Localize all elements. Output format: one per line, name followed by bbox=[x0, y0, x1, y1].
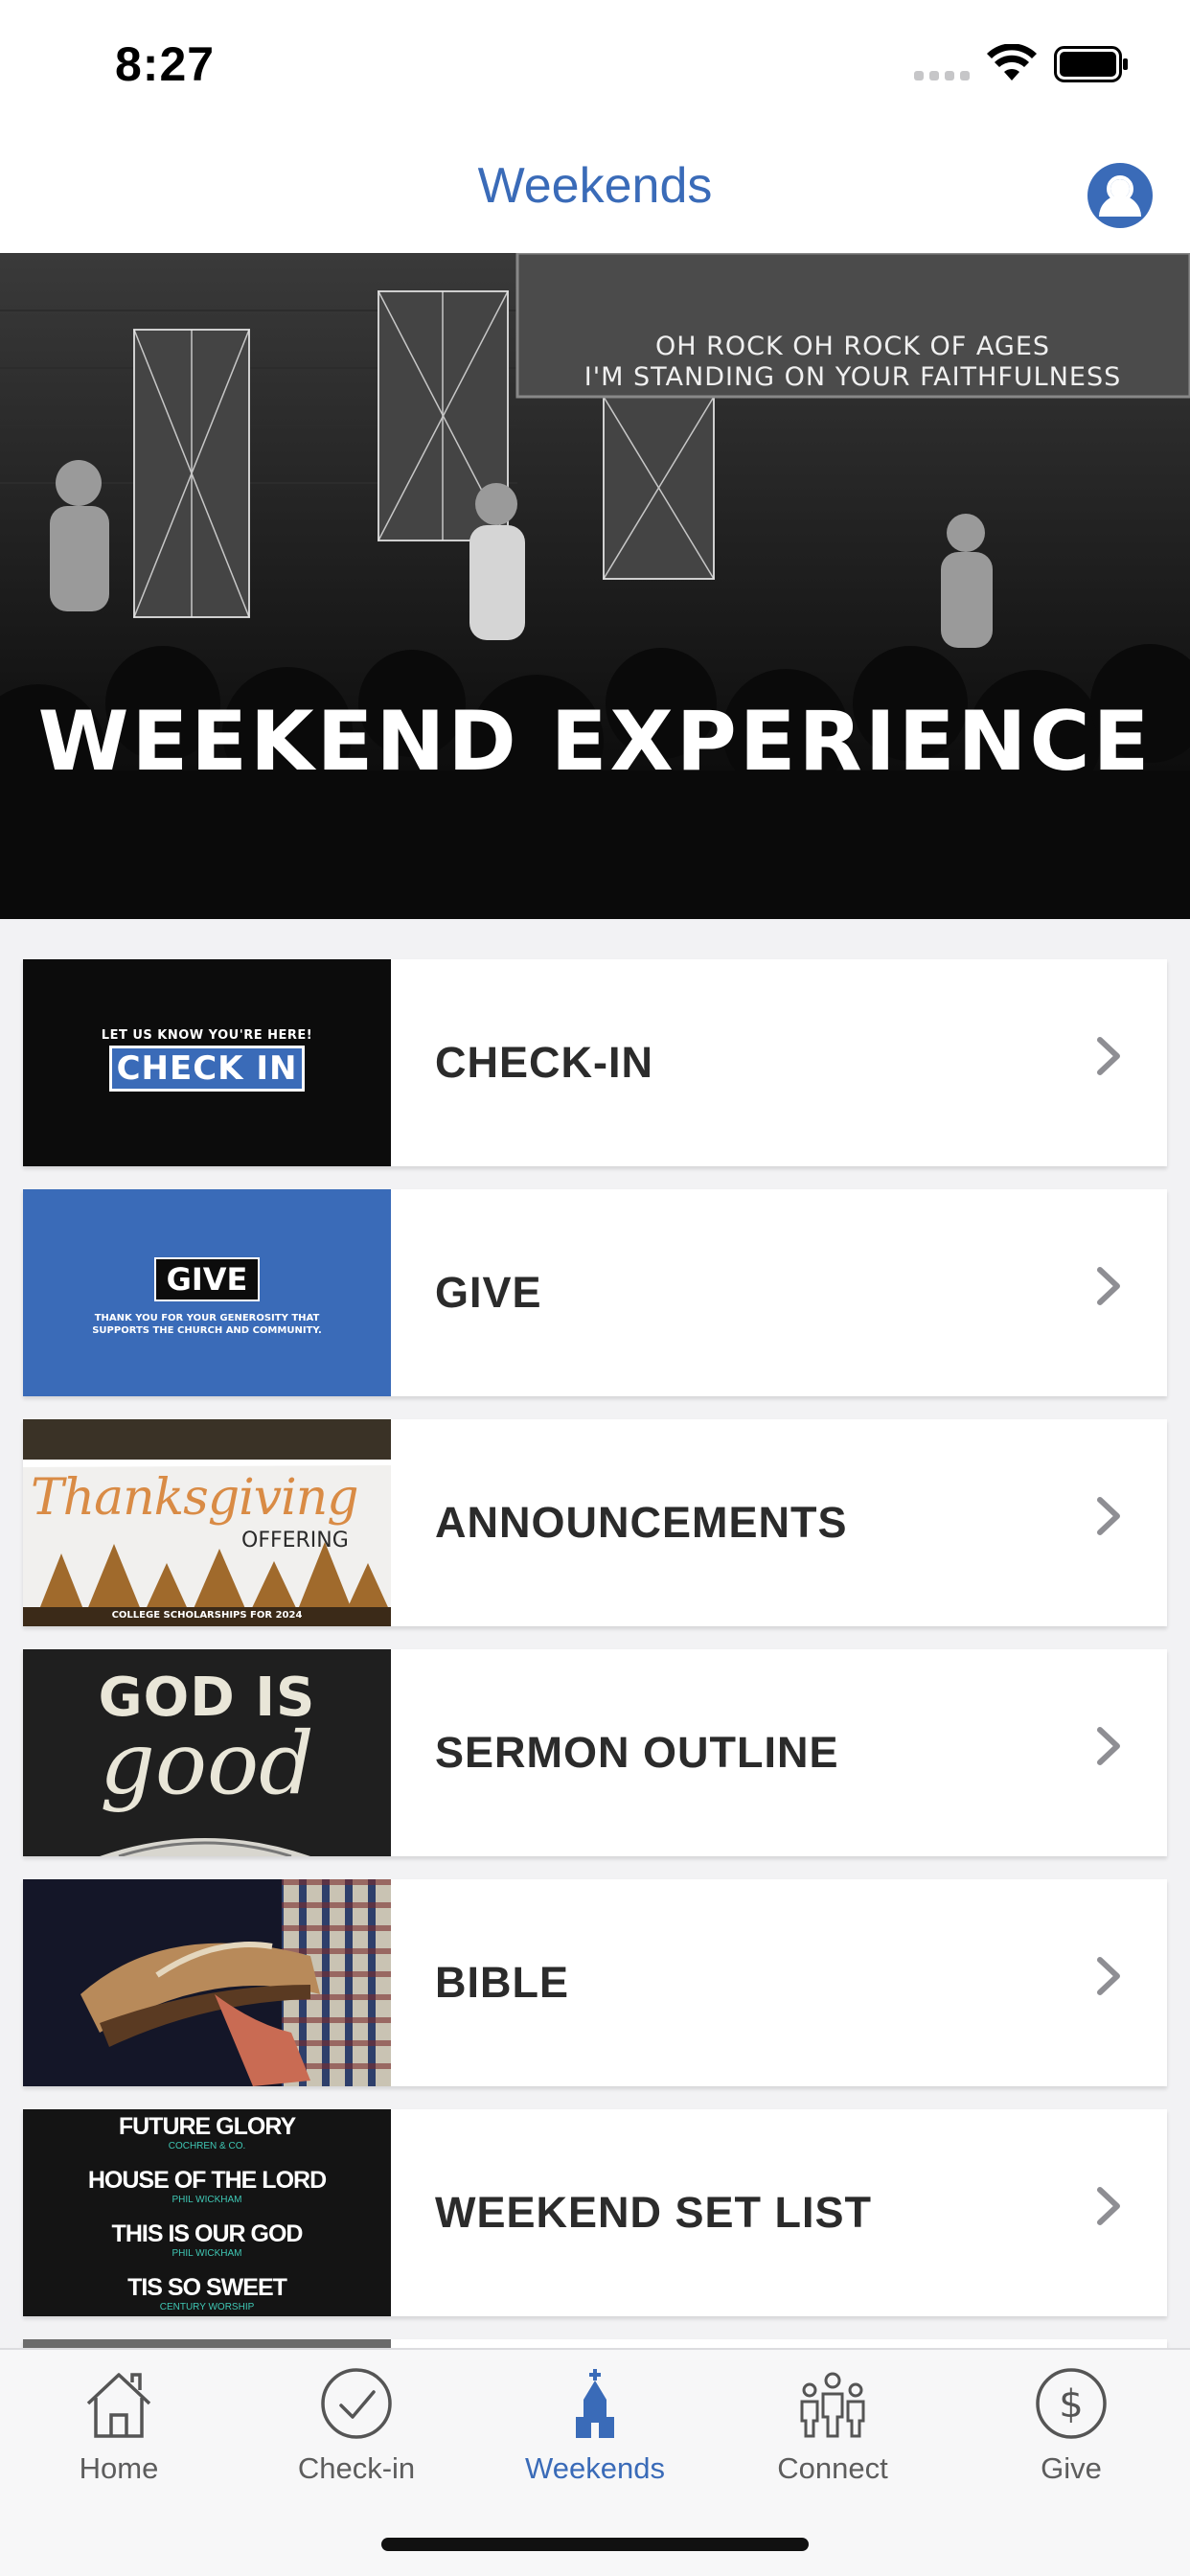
tab-give[interactable]: $ Give bbox=[952, 2367, 1190, 2511]
tab-label: Check-in bbox=[297, 2451, 416, 2485]
check-in-thumbnail: LET US KNOW YOU'RE HERE! CHECK IN bbox=[23, 959, 391, 1166]
list-item-give[interactable]: GIVE THANK YOU FOR YOUR GENEROSITY THAT … bbox=[23, 1189, 1167, 1396]
song-title: HOUSE OF THE LORD bbox=[87, 2167, 327, 2194]
home-indicator[interactable] bbox=[381, 2538, 809, 2551]
list-item-label: WEEKEND SET LIST bbox=[435, 2188, 873, 2237]
house-icon bbox=[86, 2373, 151, 2438]
list-item-label: BIBLE bbox=[435, 1958, 569, 2007]
song-artist: PHIL WICKHAM bbox=[172, 2195, 242, 2205]
chevron-right-icon bbox=[1097, 2187, 1120, 2225]
checkmark-circle-icon bbox=[321, 2368, 392, 2439]
list-item-announcements[interactable]: Thanksgiving OFFERING COLLEGE SCHOLARSHI… bbox=[23, 1419, 1167, 1626]
cellular-signal-icon bbox=[914, 71, 970, 80]
song-artist: COCHREN & CO. bbox=[168, 2141, 246, 2151]
hero-lyric-line-2: I'M STANDING ON YOUR FAITHFULNESS bbox=[584, 362, 1122, 392]
list-item-label: ANNOUNCEMENTS bbox=[435, 1498, 848, 1547]
tab-label: Give bbox=[1041, 2451, 1102, 2485]
tab-label: Connect bbox=[777, 2451, 888, 2485]
thumb-caption: LET US KNOW YOU'RE HERE! bbox=[101, 1028, 313, 1043]
chevron-right-icon bbox=[1097, 1957, 1120, 1995]
page-title: Weekends bbox=[477, 158, 713, 214]
status-bar: 8:27 bbox=[0, 0, 1190, 128]
list-item-label: SERMON OUTLINE bbox=[435, 1728, 839, 1777]
bible-thumbnail bbox=[23, 1879, 391, 2086]
set-list-thumbnail: FUTURE GLORY COCHREN & CO. HOUSE OF THE … bbox=[23, 2109, 391, 2316]
list-item-label: GIVE bbox=[435, 1268, 542, 1317]
song-title: TIS SO SWEET bbox=[127, 2274, 287, 2301]
open-bible-photo bbox=[23, 1879, 391, 2086]
give-thumbnail: GIVE THANK YOU FOR YOUR GENEROSITY THAT … bbox=[23, 1189, 391, 1396]
song-artist: CENTURY WORSHIP bbox=[159, 2302, 255, 2312]
song-title: FUTURE GLORY bbox=[118, 2113, 296, 2140]
svg-text:$: $ bbox=[1059, 2382, 1083, 2426]
tab-label: Home bbox=[79, 2451, 159, 2485]
chevron-right-icon bbox=[1097, 1727, 1120, 1765]
tab-home[interactable]: Home bbox=[0, 2367, 238, 2511]
sermon-outline-thumbnail: GOD IS good bbox=[23, 1649, 391, 1856]
church-icon bbox=[576, 2369, 614, 2438]
announcements-thumbnail: Thanksgiving OFFERING COLLEGE SCHOLARSHI… bbox=[23, 1419, 391, 1626]
tab-weekends[interactable]: Weekends bbox=[476, 2367, 714, 2511]
profile-icon[interactable] bbox=[1086, 161, 1155, 230]
wifi-icon bbox=[987, 44, 1037, 80]
list-item-weekend-set-list[interactable]: FUTURE GLORY COCHREN & CO. HOUSE OF THE … bbox=[23, 2109, 1167, 2316]
tab-check-in[interactable]: Check-in bbox=[238, 2367, 475, 2511]
chevron-right-icon bbox=[1097, 1037, 1120, 1075]
thumb-script: good bbox=[100, 1714, 314, 1814]
list-item-label: CHECK-IN bbox=[435, 1038, 653, 1087]
hero-title: WEEKEND EXPERIENCE bbox=[37, 694, 1153, 790]
people-icon bbox=[800, 2372, 865, 2438]
battery-icon bbox=[1054, 46, 1128, 82]
hero-banner[interactable]: OH ROCK OH ROCK OF AGES I'M STANDING ON … bbox=[0, 253, 1190, 919]
tab-label: Weekends bbox=[525, 2451, 665, 2485]
list-item-sermon-outline[interactable]: GOD IS good SERMON OUTLINE bbox=[23, 1649, 1167, 1856]
chevron-right-icon bbox=[1097, 1497, 1120, 1535]
list-item-check-in[interactable]: LET US KNOW YOU'RE HERE! CHECK IN CHECK-… bbox=[23, 959, 1167, 1166]
thumb-caption: COLLEGE SCHOLARSHIPS FOR 2024 bbox=[111, 1610, 303, 1621]
list-item-bible[interactable]: BIBLE bbox=[23, 1879, 1167, 2086]
chevron-right-icon bbox=[1097, 1267, 1120, 1305]
thumb-headline: CHECK IN bbox=[109, 1046, 305, 1092]
thumb-script: Thanksgiving bbox=[31, 1469, 359, 1527]
song-artist: PHIL WICKHAM bbox=[172, 2248, 242, 2259]
nav-header: Weekends bbox=[0, 128, 1190, 253]
song-title: THIS IS OUR GOD bbox=[111, 2220, 304, 2247]
dollar-circle-icon: $ bbox=[1036, 2368, 1107, 2439]
thumb-headline: GIVE bbox=[154, 1257, 260, 1301]
hero-lyric-line-1: OH ROCK OH ROCK OF AGES bbox=[654, 332, 1051, 361]
status-time: 8:27 bbox=[115, 37, 216, 91]
thumb-caption: THANK YOU FOR YOUR GENEROSITY THAT SUPPO… bbox=[92, 1313, 322, 1336]
thumb-headline: OFFERING bbox=[241, 1529, 349, 1552]
tab-connect[interactable]: Connect bbox=[714, 2367, 951, 2511]
weekend-menu-list: LET US KNOW YOU'RE HERE! CHECK IN CHECK-… bbox=[23, 959, 1167, 2420]
